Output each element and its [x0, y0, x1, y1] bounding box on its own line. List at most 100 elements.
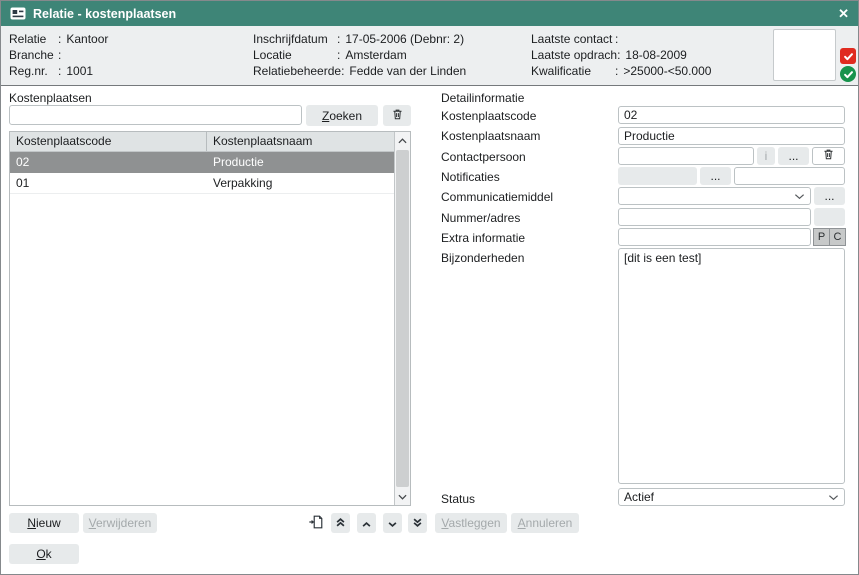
colon: :: [341, 63, 344, 79]
contactpersoon-input[interactable]: [618, 147, 754, 165]
move-bottom-button[interactable]: [408, 513, 427, 533]
kostenplaatsnaam-label: Kostenplaatsnaam: [441, 129, 540, 143]
scrollbar-thumb[interactable]: [396, 150, 409, 487]
annuleren-button-label: Annuleren: [518, 516, 573, 530]
trash-icon: [391, 108, 404, 124]
bijzonderheden-label: Bijzonderheden: [441, 251, 524, 265]
ok-button[interactable]: Ok: [9, 544, 79, 564]
cell-kostenplaatscode: 02: [10, 152, 207, 172]
ellipsis-icon: ...: [824, 189, 834, 203]
field-value: >25000-<50.000: [623, 63, 711, 79]
header-column-1: Relatie:Kantoor Branche: Reg.nr.:1001: [9, 31, 108, 79]
column-header-naam[interactable]: Kostenplaatsnaam: [207, 132, 394, 151]
contactpersoon-browse-button[interactable]: ...: [778, 147, 809, 165]
bijzonderheden-textarea[interactable]: [dit is een test]: [618, 248, 845, 484]
double-chevron-up-icon: [335, 516, 346, 531]
colon: :: [58, 31, 61, 47]
dialog-window: Relatie - kostenplaatsen ✕ Relatie:Kanto…: [0, 0, 859, 575]
scroll-up-icon[interactable]: [395, 132, 410, 149]
list-panel-title: Kostenplaatsen: [9, 91, 92, 105]
detail-panel-title: Detailinformatie: [441, 91, 524, 105]
vastleggen-button[interactable]: Vastleggen: [435, 513, 507, 533]
communicatiemiddel-label: Communicatiemiddel: [441, 190, 553, 204]
contactpersoon-delete-button[interactable]: [812, 147, 845, 165]
info-icon: i: [765, 149, 768, 163]
contactpersoon-info-button[interactable]: i: [757, 147, 775, 165]
zoeken-button[interactable]: Zoeken: [306, 105, 378, 126]
relation-header: Relatie:Kantoor Branche: Reg.nr.:1001 In…: [1, 26, 858, 86]
kostenplaatscode-label: Kostenplaatscode: [441, 109, 536, 123]
field-label: Inschrijfdatum: [253, 31, 337, 47]
search-clear-trash-button[interactable]: [383, 105, 411, 126]
double-chevron-down-icon: [412, 516, 423, 531]
extra-informatie-input[interactable]: [618, 228, 811, 246]
green-check-icon: [840, 66, 856, 82]
field-label: Kwalificatie: [531, 63, 615, 79]
contactpersoon-label: Contactpersoon: [441, 150, 526, 164]
nieuw-button-label: Nieuw: [27, 516, 60, 530]
c-button-label: C: [834, 231, 842, 243]
status-select[interactable]: Actief: [618, 488, 845, 506]
chevron-down-icon: [794, 189, 805, 203]
nummer-adres-blank-button: [814, 208, 845, 226]
red-check-icon: [840, 48, 856, 64]
table-header: Kostenplaatscode Kostenplaatsnaam: [10, 132, 394, 152]
verwijderen-button[interactable]: Verwijderen: [83, 513, 157, 533]
vastleggen-button-label: Vastleggen: [441, 516, 500, 530]
move-top-button[interactable]: [331, 513, 350, 533]
kostenplaatsnaam-input[interactable]: [618, 127, 845, 145]
ok-button-label: Ok: [36, 547, 51, 561]
insert-page-button[interactable]: [306, 513, 325, 533]
field-label: Locatie: [253, 47, 337, 63]
search-input[interactable]: [9, 105, 302, 125]
nummer-adres-label: Nummer/adres: [441, 211, 520, 225]
column-header-code[interactable]: Kostenplaatscode: [10, 132, 207, 151]
nieuw-button[interactable]: Nieuw: [9, 513, 79, 533]
chevron-up-icon: [361, 516, 372, 531]
scroll-down-icon[interactable]: [395, 488, 410, 505]
kostenplaatscode-input[interactable]: [618, 106, 845, 124]
field-label: Branche: [9, 47, 58, 63]
extra-informatie-p-button[interactable]: P: [813, 228, 830, 246]
notificaties-browse-button[interactable]: ...: [700, 167, 731, 185]
communicatiemiddel-select[interactable]: [618, 187, 811, 205]
field-value: 17-05-2006 (Debnr: 2): [345, 31, 464, 47]
table-row[interactable]: 02 Productie: [10, 152, 394, 173]
extra-informatie-c-button[interactable]: C: [829, 228, 846, 246]
status-label: Status: [441, 492, 475, 506]
field-value: Amsterdam: [345, 47, 406, 63]
annuleren-button[interactable]: Annuleren: [511, 513, 579, 533]
cell-kostenplaatsnaam: Productie: [207, 152, 394, 172]
p-button-label: P: [818, 231, 825, 243]
colon: :: [615, 31, 618, 47]
ellipsis-icon: ...: [788, 149, 798, 163]
trash-icon: [822, 148, 835, 164]
colon: :: [58, 63, 61, 79]
status-value: Actief: [624, 490, 828, 504]
colon: :: [58, 47, 61, 63]
colon: :: [337, 31, 340, 47]
nummer-adres-input[interactable]: [618, 208, 811, 226]
colon: :: [617, 47, 620, 63]
field-label: Relatiebeheerde: [253, 63, 341, 79]
extra-informatie-label: Extra informatie: [441, 231, 525, 245]
field-label: Relatie: [9, 31, 58, 47]
notificaties-input[interactable]: [734, 167, 845, 185]
chevron-down-icon: [387, 516, 398, 531]
field-value: Fedde van der Linden: [349, 63, 466, 79]
titlebar: Relatie - kostenplaatsen ✕: [1, 1, 858, 26]
header-column-2: Inschrijfdatum:17-05-2006 (Debnr: 2) Loc…: [253, 31, 466, 79]
field-label: Laatste opdrach: [531, 47, 617, 63]
field-value: 18-08-2009: [625, 47, 686, 63]
move-down-button[interactable]: [383, 513, 402, 533]
header-column-3: Laatste contact: Laatste opdrach:18-08-2…: [531, 31, 711, 79]
contact-card-icon: [10, 7, 26, 20]
kostenplaatsen-table: Kostenplaatscode Kostenplaatsnaam 02 Pro…: [9, 131, 411, 506]
notificaties-label: Notificaties: [441, 170, 500, 184]
close-icon[interactable]: ✕: [838, 7, 849, 20]
move-up-button[interactable]: [357, 513, 376, 533]
table-scrollbar[interactable]: [394, 132, 410, 505]
communicatiemiddel-browse-button[interactable]: ...: [814, 187, 845, 205]
table-row[interactable]: 01 Verpakking: [10, 173, 394, 194]
cell-kostenplaatscode: 01: [10, 173, 207, 193]
